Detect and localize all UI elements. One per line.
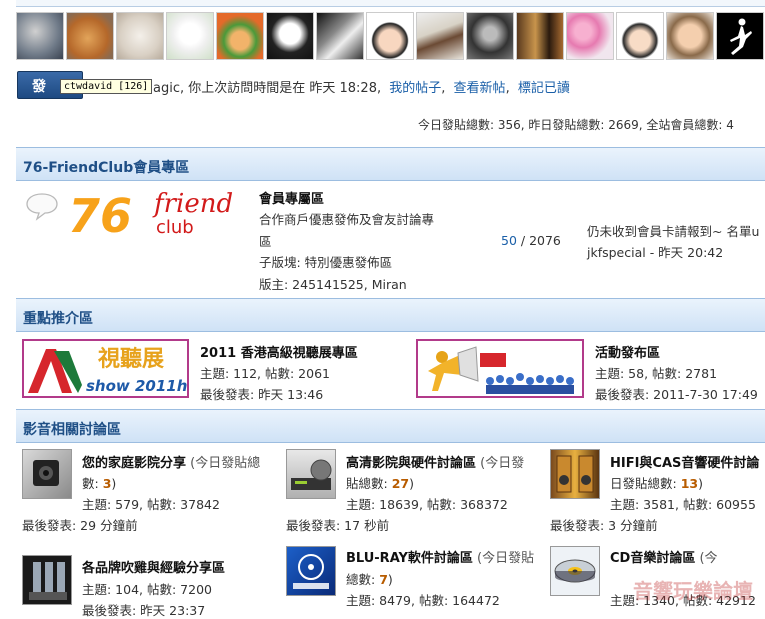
- forum-last-post[interactable]: 最後發表: 3 分鐘前: [550, 515, 658, 534]
- horse-rider-avatar[interactable]: [416, 12, 464, 60]
- board-stats: 今日發貼總數: 356, 昨日發貼總數: 2669, 全站會員總數: 4: [418, 118, 734, 132]
- view-new-posts-link[interactable]: 查看新帖: [454, 81, 506, 96]
- brand-experience-thumbnail[interactable]: [22, 555, 72, 605]
- pink-hat-girls-avatar[interactable]: [566, 12, 614, 60]
- forum-last-post[interactable]: 最後發表: 17 秒前: [286, 515, 389, 534]
- white-cat-avatar[interactable]: [116, 12, 164, 60]
- av-show-banner[interactable]: 視聽展 show 2011hk: [22, 339, 198, 398]
- section-header-featured[interactable]: 重點推介區: [16, 298, 765, 332]
- forum-title-hk-av-show[interactable]: 2011 香港高級視聽展專區: [200, 342, 358, 361]
- baby-avatar[interactable]: [666, 12, 714, 60]
- forum-stats: 主題: 8479, 帖數: 164472: [346, 593, 500, 608]
- forum-title-events[interactable]: 活動發布區: [595, 342, 660, 361]
- my-posts-link[interactable]: 我的帖子: [389, 81, 441, 96]
- friendclub-logo[interactable]: 76 friend club: [68, 188, 248, 243]
- topic-count: 50: [501, 233, 517, 248]
- bw-portrait-avatar[interactable]: [466, 12, 514, 60]
- apple-avatar[interactable]: [66, 12, 114, 60]
- logo-word-club: club: [156, 217, 194, 238]
- forum-subforum[interactable]: 子版塊: 特別優惠發佈區: [259, 252, 392, 271]
- site-watermark: 音響玩樂論壇: [633, 579, 753, 603]
- cartoon-face-avatar[interactable]: [366, 12, 414, 60]
- forum-last-post[interactable]: 最後發表: 昨天 23:37: [82, 600, 205, 619]
- forum-title-hifi-hardware[interactable]: HIFI與CAS音響硬件討論: [610, 452, 759, 471]
- cartoon-girl-avatar[interactable]: [616, 12, 664, 60]
- room-avatar[interactable]: [516, 12, 564, 60]
- last-post-author[interactable]: jkfspecial - 昨天 20:42: [587, 242, 723, 261]
- events-banner[interactable]: [416, 339, 584, 398]
- banner-subtitle: show 2011hk: [86, 377, 187, 395]
- forum-today-count: 總數: 7): [346, 572, 393, 587]
- green-hair-avatar[interactable]: [216, 12, 264, 60]
- forum-moderators: 版主: 245141525, Miran: [259, 277, 407, 292]
- top-border: [16, 0, 765, 7]
- forum-last-post[interactable]: 最後發表: 29 分鐘前: [22, 515, 138, 534]
- ultraman-avatar[interactable]: [16, 12, 64, 60]
- forum-today-count: 數: 3): [82, 476, 117, 491]
- post-count: / 2076: [516, 233, 561, 248]
- forum-today-count: 貼總數: 27): [346, 476, 414, 491]
- bluray-thumbnail[interactable]: [286, 546, 336, 596]
- banner-title: 視聽展: [98, 347, 164, 372]
- forum-stats: 主題: 104, 帖數: 7200: [82, 582, 212, 597]
- forum-stats: 主題: 18639, 帖數: 368372: [346, 497, 508, 512]
- logo-number: 76: [68, 189, 132, 238]
- hd-hardware-thumbnail[interactable]: [286, 449, 336, 499]
- mark-read-link[interactable]: 標記已讀: [518, 81, 570, 96]
- home-theater-thumbnail[interactable]: [22, 449, 72, 499]
- forum-status-icon: [26, 193, 58, 221]
- forum-stats: 主題: 58, 帖數: 2781: [595, 366, 718, 381]
- forum-title-bluray[interactable]: BLU-RAY軟件討論區 (今日發貼: [346, 547, 534, 566]
- forum-stats: 主題: 112, 帖數: 2061: [200, 366, 330, 381]
- cartoon-head-avatar[interactable]: [166, 12, 214, 60]
- skull-avatar[interactable]: [266, 12, 314, 60]
- forum-stats: 主題: 3581, 帖數: 60955: [610, 497, 756, 512]
- section-title-av[interactable]: 影音相關討論區: [23, 419, 121, 439]
- forum-counts: 50 / 2076: [501, 233, 561, 248]
- forum-last-post[interactable]: 最後發表: 2011-7-30 17:49: [595, 384, 758, 403]
- username-tooltip: ctwdavid [126]: [60, 79, 153, 94]
- forum-title-cd-music[interactable]: CD音樂討論區 (今: [610, 547, 718, 566]
- last-post-title[interactable]: 仍未收到會員卡請報到~ 名單u: [587, 221, 759, 240]
- forum-title-home-theater[interactable]: 您的家庭影院分享 (今日發貼總: [82, 452, 260, 471]
- forum-desc-line1: 合作商戶優惠發佈及會友討論專: [259, 212, 435, 227]
- forum-title-hd-hardware[interactable]: 高清影院與硬件討論區 (今日發: [346, 452, 524, 471]
- hifi-hardware-thumbnail[interactable]: [550, 449, 600, 499]
- avatar-strip: [16, 12, 764, 60]
- section-title-featured[interactable]: 重點推介區: [23, 308, 93, 328]
- bw-photo-avatar[interactable]: [316, 12, 364, 60]
- section-title-friendclub[interactable]: 76-FriendClub會員專區: [23, 157, 189, 177]
- logo-word-friend: friend: [152, 189, 233, 219]
- forum-desc-line2: 區: [259, 234, 272, 249]
- forum-title-brand-experience[interactable]: 各品牌吹雞與經驗分享區: [82, 557, 225, 576]
- welcome-bar: agic, 你上次訪問時間是在 昨天 18:28, 我的帖子, 查看新帖, 標記…: [153, 81, 570, 96]
- forum-stats: 主題: 579, 帖數: 37842: [82, 497, 220, 512]
- forum-today-count: 日發貼總數: 13): [610, 476, 703, 491]
- forum-title-member-area[interactable]: 會員專屬區: [259, 188, 324, 207]
- cd-music-thumbnail[interactable]: [550, 546, 600, 596]
- forum-last-post[interactable]: 最後發表: 昨天 13:46: [200, 384, 323, 403]
- jumpman-avatar[interactable]: [716, 12, 764, 60]
- section-header-av[interactable]: 影音相關討論區: [16, 409, 765, 443]
- section-header-friendclub[interactable]: 76-FriendClub會員專區: [16, 147, 765, 181]
- welcome-text: agic, 你上次訪問時間是在 昨天 18:28,: [153, 81, 382, 96]
